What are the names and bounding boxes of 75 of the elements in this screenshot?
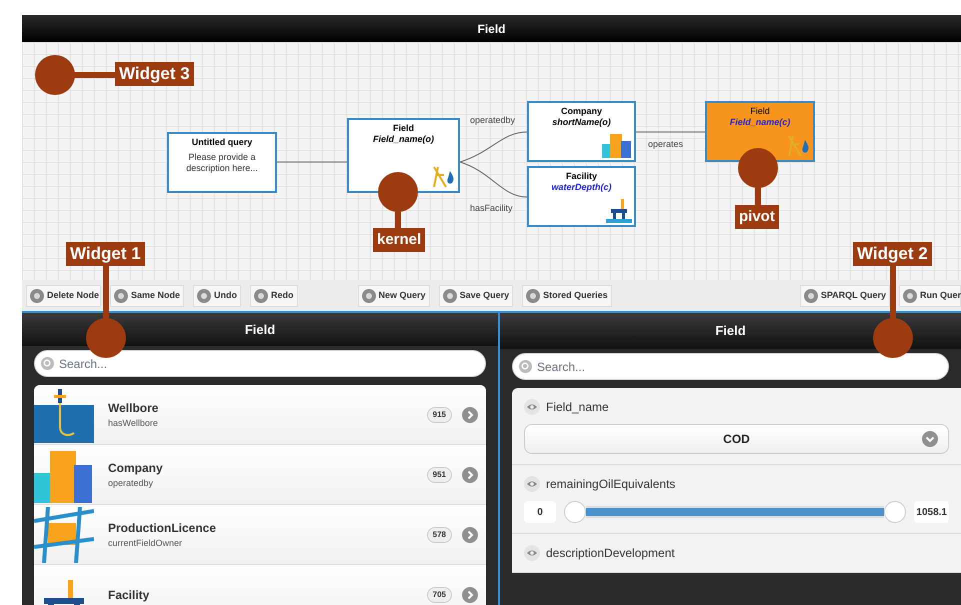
- oil-platform-drawing: [44, 580, 84, 605]
- node-attribute: waterDepth(c): [551, 182, 612, 193]
- item-title: Facility: [108, 586, 150, 604]
- toolbar-button[interactable]: Save Query: [438, 284, 514, 306]
- node-title: Field: [392, 123, 414, 134]
- search-icon: [41, 357, 54, 370]
- query-node[interactable]: Field Field_name(o): [347, 118, 460, 193]
- node-description: Please provide a description here...: [185, 152, 259, 174]
- search-field[interactable]: Search...: [512, 353, 949, 380]
- range-max-field[interactable]: 1058.1: [914, 501, 949, 523]
- item-title: Company: [108, 460, 164, 477]
- edge-label: hasFacility: [470, 202, 513, 215]
- toolbar-button[interactable]: Redo: [250, 284, 298, 306]
- callout-label: Widget 1: [66, 242, 145, 266]
- panel-title: Field: [244, 320, 276, 339]
- callout-label: Widget 2: [853, 242, 932, 266]
- chevron-right-icon: [462, 406, 478, 422]
- chevron-right-icon: [462, 466, 478, 482]
- eye-icon: [524, 476, 540, 492]
- item-title: ProductionLicence: [108, 520, 218, 537]
- wellbore-drawing: [34, 386, 94, 442]
- toolbar-button[interactable]: Stored Queries: [522, 284, 612, 306]
- node-attribute: Field_name(o): [372, 134, 434, 145]
- toolbar-button[interactable]: Same Node: [110, 284, 184, 306]
- list-item[interactable]: ProductionLicence currentFieldOwner 578: [34, 505, 486, 565]
- edge-label: operates: [648, 138, 684, 151]
- count-badge: 915: [426, 406, 452, 422]
- item-subtitle: hasWellbore: [108, 416, 159, 430]
- list-item[interactable]: Wellbore hasWellbore 915: [34, 385, 486, 445]
- search-field[interactable]: Search...: [34, 350, 486, 377]
- edge-line: [460, 132, 528, 162]
- node-title: Field: [750, 106, 770, 117]
- search-icon: [519, 360, 532, 373]
- callout-label: Widget 3: [115, 62, 194, 86]
- toolbar-button[interactable]: Undo: [193, 284, 242, 306]
- oil-platform-icon: [606, 197, 632, 223]
- toolbar-button[interactable]: SPARQL Query: [800, 284, 890, 306]
- edge-label: operatedby: [470, 114, 516, 127]
- node-attribute: Field_name(c): [730, 117, 790, 128]
- item-title: Wellbore: [108, 400, 160, 417]
- value-dropdown[interactable]: COD: [524, 424, 949, 454]
- slider-handle[interactable]: [564, 501, 586, 523]
- node-attribute: shortName(o): [552, 117, 611, 128]
- edge-line: [460, 162, 528, 198]
- range-min-field[interactable]: 0: [524, 501, 556, 523]
- query-node[interactable]: Facility waterDepth(c): [527, 166, 636, 227]
- slider-handle[interactable]: [884, 501, 906, 523]
- chevron-down-icon: [922, 431, 938, 447]
- eye-icon: [524, 399, 540, 415]
- property-name: remainingOilEquivalents: [546, 476, 676, 493]
- node-title: Company: [560, 106, 602, 117]
- chevron-right-icon: [462, 586, 478, 602]
- item-subtitle: currentFieldOwner: [108, 536, 184, 550]
- toolbar-button[interactable]: Delete Node: [26, 284, 101, 306]
- window-title: Field: [477, 20, 506, 38]
- query-node[interactable]: Untitled query Please provide a description here...: [167, 132, 277, 193]
- count-badge: 951: [426, 466, 452, 482]
- chevron-right-icon: [462, 526, 478, 542]
- count-badge: 578: [426, 526, 452, 542]
- callout-label: kernel: [373, 228, 426, 252]
- count-badge: 705: [426, 586, 452, 602]
- toolbar-button[interactable]: Run Quer: [899, 284, 961, 306]
- property-name: descriptionDevelopment: [546, 545, 675, 562]
- eye-icon: [524, 545, 540, 561]
- property-name: Field_name: [546, 399, 609, 416]
- query-node[interactable]: Company shortName(o): [527, 101, 636, 162]
- item-subtitle: operatedby: [108, 476, 154, 490]
- callout-label: pivot: [735, 205, 779, 229]
- licence-map-drawing: [34, 506, 94, 562]
- panel-title: Field: [715, 322, 746, 340]
- buildings-icon: [602, 132, 632, 158]
- query-node[interactable]: Field Field_name(c): [705, 101, 815, 162]
- node-title: Facility: [566, 171, 597, 182]
- toolbar-button[interactable]: New Query: [358, 284, 430, 306]
- node-title: Untitled query: [192, 137, 252, 148]
